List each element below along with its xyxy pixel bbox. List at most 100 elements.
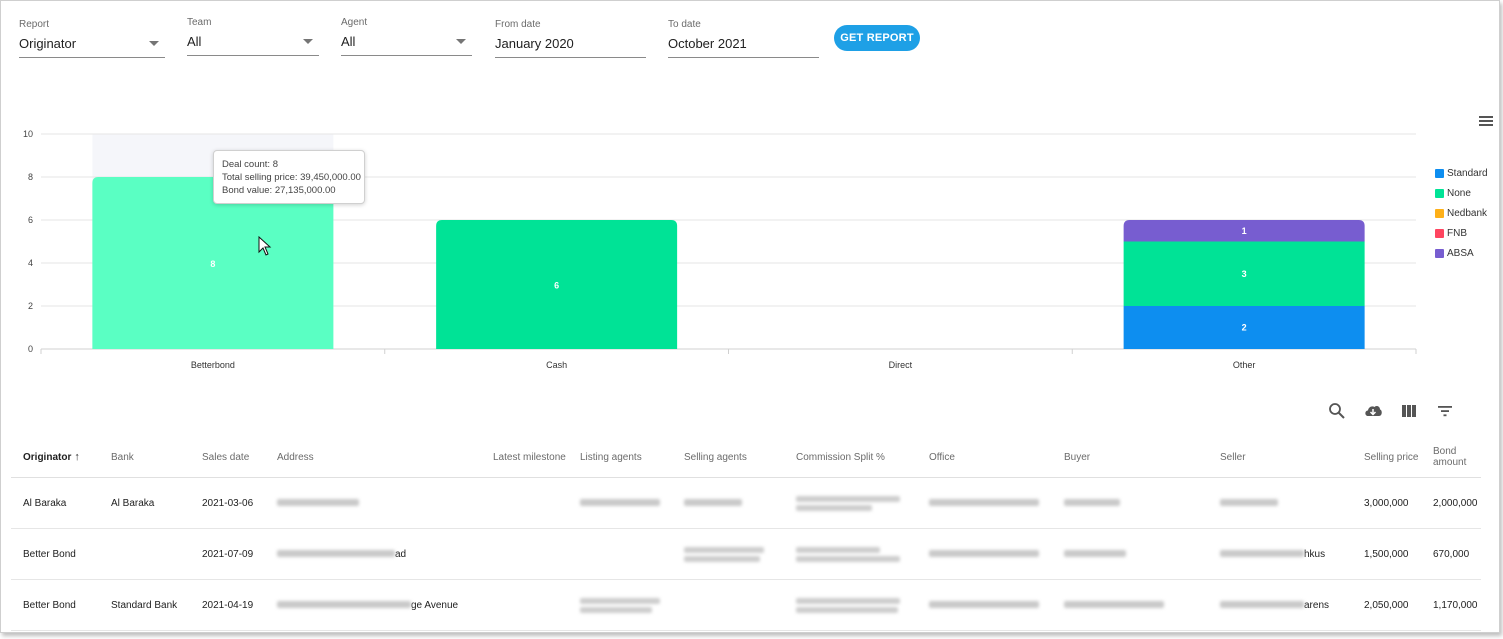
from-date-field[interactable]: From date January 2020 [495,17,646,58]
cell-sales-date: 2021-07-09 [190,528,265,580]
column-header-label: Bond amount [1433,446,1467,468]
legend-label: Nedbank [1447,207,1488,219]
legend-item-absa[interactable]: ABSA [1435,243,1488,263]
tooltip-deal-count: Deal count: 8 [222,159,278,170]
cell-listing-agents [568,528,672,580]
to-date-field[interactable]: To date October 2021 [668,17,819,58]
column-header-latest-milestone[interactable]: Latest milestone [481,437,568,478]
cell-commission-split [784,528,917,580]
cell-address: ge Avenue [265,579,481,631]
legend-swatch [1435,168,1444,178]
column-header-label: Latest milestone [493,451,566,463]
column-header-selling-price[interactable]: Selling price [1352,437,1421,478]
column-header-label: Commission Split % [796,451,885,463]
column-header-bond-amount[interactable]: Bond amount [1421,437,1481,478]
table-row[interactable]: Better Bond Standard Bank 2021-04-19 ge Ave… [11,579,1481,631]
column-header-commission-split[interactable]: Commission Split % [784,437,917,478]
tooltip-bond-value: Bond value: 27,135,000.00 [222,185,336,196]
seller-text: hkus [1304,548,1326,560]
column-header-label: Sales date [202,451,250,463]
data-label: 1 [1242,226,1247,236]
search-icon[interactable] [1327,401,1347,421]
column-header-address[interactable]: Address [265,437,481,478]
cell-buyer [1052,528,1208,580]
column-header-originator[interactable]: Originator ↑ [11,437,99,478]
chevron-down-icon [303,39,313,44]
cell-bank: Standard Bank [99,579,190,631]
column-header-label: Office [929,451,955,463]
legend-item-standard[interactable]: Standard [1435,163,1488,183]
cell-bond-amount: 2,000,000 [1421,477,1481,529]
column-header-label: Seller [1220,451,1246,463]
chevron-down-icon [456,39,466,44]
cell-office [917,528,1052,580]
get-report-button[interactable]: GET REPORT [834,25,920,51]
column-header-buyer[interactable]: Buyer [1052,437,1208,478]
table-header-row: Originator ↑ Bank Sales date Address Latest m… [11,437,1481,478]
cell-bond-amount: 1,170,000 [1421,579,1481,631]
column-header-office[interactable]: Office [917,437,1052,478]
column-header-sales-date[interactable]: Sales date [190,437,265,478]
table-row[interactable]: Al Baraka Al Baraka 2021-03-06 3,000,000 2,0… [11,477,1481,529]
cell-address: ad [265,528,481,580]
agent-select[interactable]: Agent All [341,15,472,56]
chart-legend: Standard None Nedbank FNB ABSA [1435,163,1488,263]
cell-selling-price: 1,500,000 [1352,528,1421,580]
column-header-label: Address [277,451,314,463]
cell-commission-split [784,579,917,631]
cell-selling-price: 3,000,000 [1352,477,1421,529]
cloud-download-icon[interactable] [1363,401,1383,421]
cell-listing-agents [568,477,672,529]
agent-value: All [341,34,356,49]
mouse-cursor-icon [258,236,272,256]
legend-label: None [1447,187,1471,199]
y-tick-label: 8 [28,172,33,182]
cell-bank [99,528,190,580]
column-header-selling-agents[interactable]: Selling agents [672,437,784,478]
team-label: Team [187,17,212,28]
tooltip-total-selling-price: Total selling price: 39,450,000.00 [222,172,361,183]
x-tick-label: Cash [546,360,567,370]
x-tick-label: Betterbond [191,360,235,370]
data-label: 2 [1242,323,1247,333]
cell-originator: Better Bond [11,528,99,580]
legend-swatch [1435,248,1444,258]
from-date-value: January 2020 [495,36,574,51]
column-header-label: Buyer [1064,451,1091,463]
column-header-seller[interactable]: Seller [1208,437,1352,478]
team-value: All [187,34,202,49]
column-header-listing-agents[interactable]: Listing agents [568,437,672,478]
app-window: Report Originator Team All Agent All Fro… [0,0,1500,633]
sort-ascending-icon[interactable]: ↑ [74,451,80,463]
cell-buyer [1052,579,1208,631]
legend-item-fnb[interactable]: FNB [1435,223,1488,243]
data-label: 3 [1242,269,1247,279]
x-tick-label: Direct [889,360,913,370]
y-tick-label: 4 [28,258,33,268]
legend-swatch [1435,188,1444,198]
address-text: ge Avenue [411,599,459,611]
legend-item-nedbank[interactable]: Nedbank [1435,203,1488,223]
to-date-label: To date [668,19,701,30]
team-select[interactable]: Team All [187,15,319,56]
columns-icon[interactable] [1399,401,1419,421]
y-tick-label: 2 [28,301,33,311]
from-date-label: From date [495,19,541,30]
address-text: ad [395,548,407,560]
legend-item-none[interactable]: None [1435,183,1488,203]
legend-swatch [1435,228,1444,238]
chart-menu-icon[interactable] [1479,116,1493,127]
cell-selling-agents [672,477,784,529]
agent-label: Agent [341,17,368,28]
y-tick-label: 6 [28,215,33,225]
filter-icon[interactable] [1435,401,1455,421]
cell-latest-milestone [481,528,568,580]
table-row[interactable]: Better Bond 2021-07-09 ad hkus 1,500,000 670,… [11,528,1481,580]
data-label: 6 [554,281,559,291]
cell-sales-date: 2021-03-06 [190,477,265,529]
cell-selling-price: 2,050,000 [1352,579,1421,631]
report-select[interactable]: Report Originator [19,17,165,58]
report-value: Originator [19,36,77,51]
to-date-value: October 2021 [668,36,747,51]
column-header-bank[interactable]: Bank [99,437,190,478]
